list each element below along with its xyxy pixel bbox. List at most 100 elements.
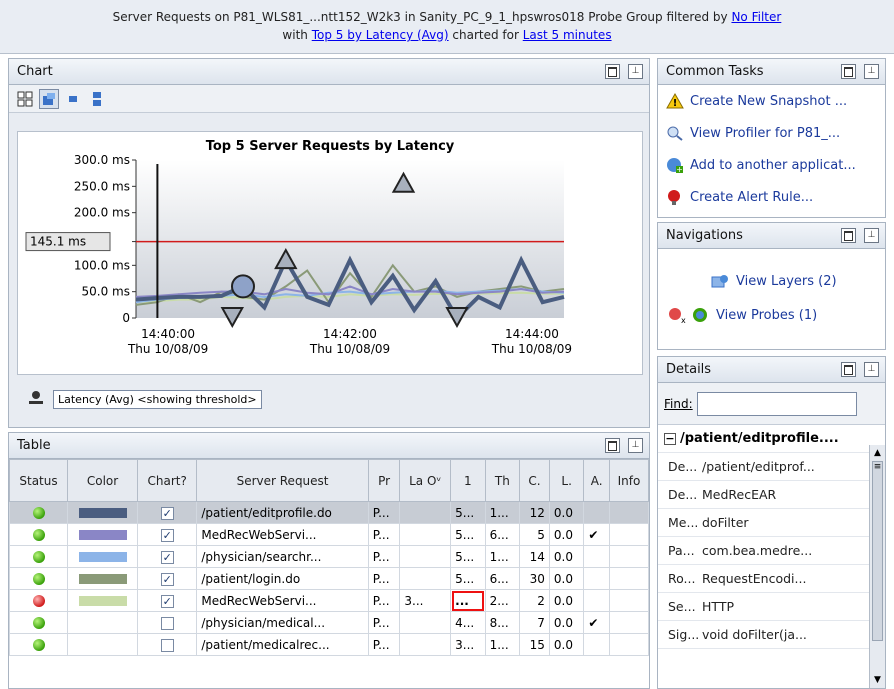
- ok-status-icon: [32, 639, 45, 651]
- task-add-to-application[interactable]: + Add to another applicat...: [658, 149, 885, 181]
- color-cell: [67, 523, 139, 546]
- scroll-thumb[interactable]: ≡: [872, 461, 883, 641]
- svg-text:!: !: [673, 98, 678, 109]
- maximize-icon[interactable]: [605, 64, 620, 79]
- grid-view-icon[interactable]: [15, 89, 35, 109]
- maximize-icon[interactable]: [605, 438, 620, 453]
- details-node-label: /patient/editprofile....: [680, 431, 839, 446]
- table-panel-title: Table: [17, 438, 51, 453]
- chart-checkbox[interactable]: ✓: [160, 550, 174, 564]
- table-row[interactable]: ✓ /patient/login.do P... 5... 6... 30 0.0: [8, 567, 650, 590]
- details-row[interactable]: Ro... RequestEncodi...: [658, 565, 885, 593]
- pin-icon[interactable]: ⊥: [864, 64, 879, 79]
- color-cell: [67, 545, 139, 568]
- column-header[interactable]: A.: [583, 459, 610, 502]
- column-header[interactable]: Th: [484, 459, 521, 502]
- view-probes-link[interactable]: x View Probes (1): [668, 307, 817, 323]
- metric-link[interactable]: Top 5 by Latency (Avg): [312, 28, 449, 42]
- chart-checkbox[interactable]: ✓: [160, 594, 174, 608]
- column-header[interactable]: Color: [67, 459, 139, 502]
- filter-link[interactable]: No Filter: [731, 10, 781, 24]
- column-header[interactable]: Info: [608, 459, 650, 502]
- table-row[interactable]: /patient/medicalrec... P... 3... 1... 15 0.0: [8, 633, 650, 656]
- table-row[interactable]: /physician/medical... P... 4... 8... 7 0.0 ✔: [8, 611, 650, 634]
- pin-icon[interactable]: ⊥: [628, 64, 643, 79]
- pr-cell: P...: [367, 589, 401, 612]
- pin-icon[interactable]: ⊥: [864, 228, 879, 243]
- request-cell: /physician/medical...: [196, 611, 369, 634]
- find-label: Find:: [664, 396, 693, 411]
- table-row[interactable]: ✓ /physician/searchr... P... 5... 1... 14 0.0: [8, 545, 650, 568]
- chart-checkbox[interactable]: [160, 616, 174, 630]
- maximize-icon[interactable]: [841, 228, 856, 243]
- maximize-icon[interactable]: [841, 64, 856, 79]
- a-cell: [583, 633, 610, 656]
- one-cell: 5...: [450, 567, 486, 590]
- chart-cell: ✓: [137, 523, 198, 546]
- maximize-icon[interactable]: [841, 362, 856, 377]
- y-tick-label: 145.1 ms: [30, 235, 86, 249]
- l-cell: 0.0: [548, 611, 585, 634]
- column-header[interactable]: C.: [519, 459, 550, 502]
- one-cell: 4...: [450, 611, 486, 634]
- c-cell: 7: [519, 611, 550, 634]
- task-create-alert-rule[interactable]: Create Alert Rule...: [658, 181, 885, 213]
- warning-icon: !: [666, 93, 684, 109]
- task-view-profiler[interactable]: View Profiler for P81_...: [658, 117, 885, 149]
- view-layers-link[interactable]: View Layers (2): [710, 273, 837, 289]
- column-header[interactable]: Server Request: [196, 459, 369, 502]
- column-header[interactable]: Pr: [367, 459, 401, 502]
- column-header[interactable]: 1: [450, 459, 486, 502]
- th-cell: 2...: [484, 589, 521, 612]
- chart-checkbox[interactable]: ✓: [160, 506, 174, 520]
- details-row[interactable]: Pa... com.bea.medre...: [658, 537, 885, 565]
- status-cell: [8, 501, 69, 524]
- ok-status-icon: [32, 507, 45, 519]
- color-cell: [67, 589, 139, 612]
- details-row[interactable]: Me... doFilter: [658, 509, 885, 537]
- scroll-up-icon[interactable]: ▲: [870, 445, 885, 461]
- table-row[interactable]: ✓ /patient/editprofile.do P... 5... 1... 12 0.…: [8, 501, 650, 524]
- details-row[interactable]: Se... HTTP: [658, 593, 885, 621]
- chart-checkbox[interactable]: [160, 638, 174, 652]
- column-header[interactable]: La Oᵛ: [399, 459, 452, 502]
- selected-point-marker[interactable]: [231, 274, 255, 299]
- scroll-down-icon[interactable]: ▼: [870, 672, 885, 688]
- stacked-chart-icon[interactable]: [87, 89, 107, 109]
- find-input[interactable]: [696, 391, 857, 416]
- pin-icon[interactable]: ⊥: [864, 362, 879, 377]
- details-scrollbar[interactable]: ▲ ≡ ▼: [869, 445, 885, 688]
- overlay-chart-icon[interactable]: [39, 88, 59, 109]
- y-tick-label: 0: [122, 311, 130, 325]
- details-row[interactable]: Sig... void doFilter(ja...: [658, 621, 885, 649]
- task-label: View Profiler for P81_...: [690, 125, 841, 141]
- time-range-link[interactable]: Last 5 minutes: [523, 28, 612, 42]
- task-create-snapshot[interactable]: ! Create New Snapshot ...: [658, 85, 885, 117]
- chart-checkbox[interactable]: ✓: [160, 572, 174, 586]
- pin-icon[interactable]: ⊥: [628, 438, 643, 453]
- th-cell: 1...: [484, 501, 521, 524]
- details-value: doFilter: [702, 515, 749, 530]
- details-tree-node[interactable]: − /patient/editprofile....: [658, 425, 885, 453]
- column-header[interactable]: Status: [8, 459, 69, 502]
- table-row[interactable]: ✓ MedRecWebServi... P... 3...... 2... 2 0.0: [8, 589, 650, 612]
- column-header[interactable]: L.: [548, 459, 585, 502]
- legend-threshold-label[interactable]: Latency (Avg) <showing threshold>: [53, 389, 262, 409]
- th-cell: 1...: [484, 633, 521, 656]
- details-panel-header: Details ⊥: [658, 357, 885, 383]
- task-label: Add to another applicat...: [690, 157, 856, 173]
- la-cell: 3...: [399, 589, 452, 612]
- single-chart-icon[interactable]: [63, 89, 83, 109]
- status-cell: [8, 567, 69, 590]
- table-row[interactable]: ✓ MedRecWebServi... P... 5... 6... 5 0.0 ✔: [8, 523, 650, 546]
- details-row[interactable]: De... /patient/editprof...: [658, 453, 885, 481]
- ok-status-icon: [32, 573, 45, 585]
- chart-cell: ✓: [137, 501, 198, 524]
- details-row[interactable]: De... MedRecEAR: [658, 481, 885, 509]
- column-header[interactable]: Chart?: [137, 459, 198, 502]
- collapse-icon[interactable]: −: [664, 432, 676, 445]
- chart-checkbox[interactable]: ✓: [160, 528, 174, 542]
- table-panel-header: Table ⊥: [9, 433, 649, 459]
- info-cell: [608, 589, 650, 612]
- x-tick-time: 14:44:00: [505, 327, 559, 341]
